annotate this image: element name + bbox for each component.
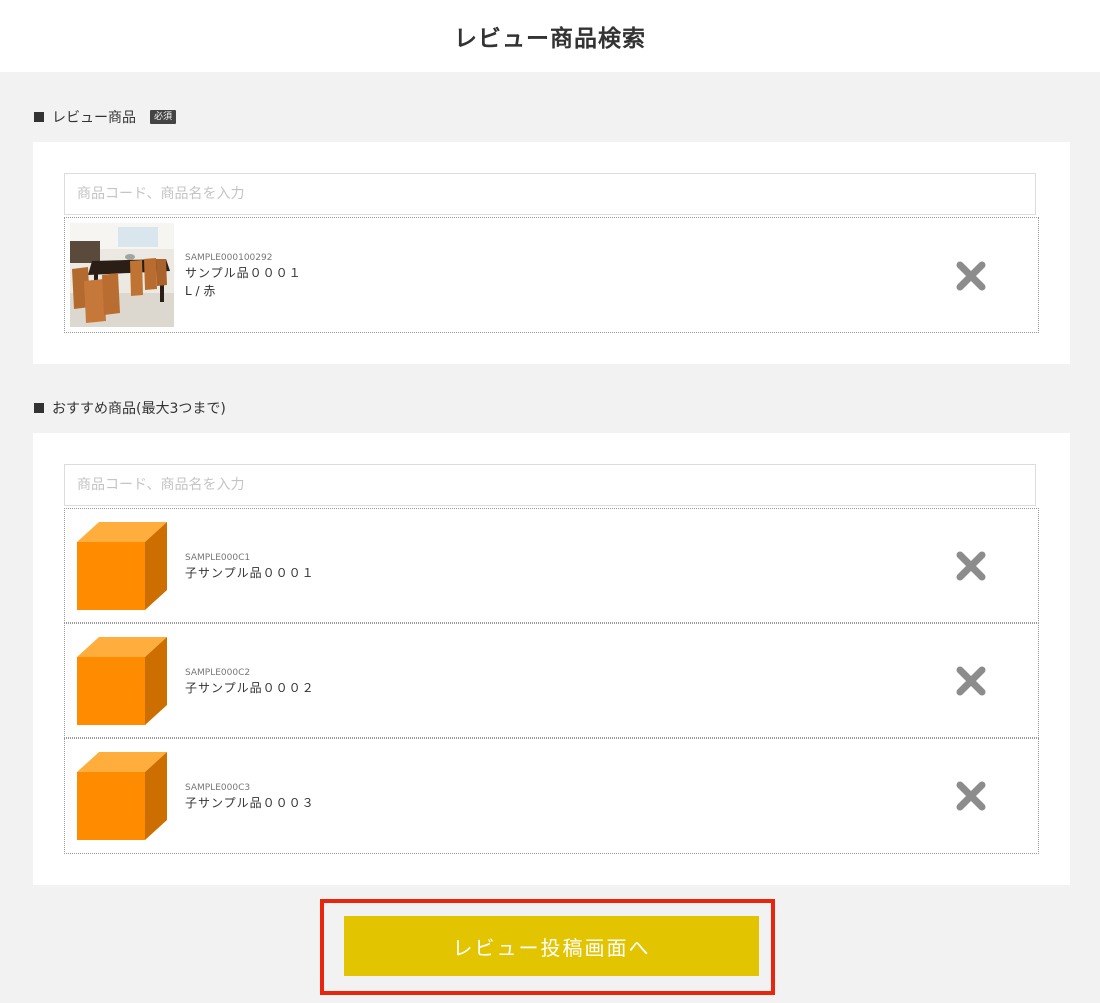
product-code: SAMPLE000C1 — [185, 553, 251, 563]
review-product-panel: SAMPLE000100292 サンプル品０００１ L / 赤 — [33, 142, 1070, 364]
review-product-search-input[interactable] — [64, 173, 1036, 215]
square-bullet-icon — [34, 403, 44, 413]
product-name: 子サンプル品０００３ — [185, 796, 315, 810]
box-icon — [77, 752, 167, 840]
recommend-section-title: おすすめ商品(最大3つまで) — [52, 401, 226, 417]
product-variant: L / 赤 — [185, 284, 216, 298]
product-code: SAMPLE000C3 — [185, 783, 251, 793]
recommend-product-item: SAMPLE000C3 子サンプル品０００３ — [64, 738, 1039, 854]
remove-recommend-product-button[interactable] — [954, 779, 988, 813]
dining-table-photo — [70, 223, 174, 327]
review-product-item: SAMPLE000100292 サンプル品０００１ L / 赤 — [64, 217, 1039, 333]
product-name: 子サンプル品０００１ — [185, 566, 315, 580]
recommend-product-search-input[interactable] — [64, 464, 1036, 506]
product-name: サンプル品０００１ — [185, 266, 302, 280]
close-icon — [956, 261, 986, 291]
recommend-product-item: SAMPLE000C1 子サンプル品０００１ — [64, 508, 1039, 623]
box-icon — [77, 522, 167, 610]
page-title: レビュー商品検索 — [454, 26, 646, 52]
box-icon — [77, 637, 167, 725]
remove-recommend-product-button[interactable] — [954, 549, 988, 583]
recommend-product-panel: SAMPLE000C1 子サンプル品０００１ SAMPLE000C2 子サンプル… — [33, 433, 1070, 885]
product-code: SAMPLE000C2 — [185, 668, 251, 678]
review-section-title: レビュー商品 — [52, 110, 136, 126]
recommend-product-item: SAMPLE000C2 子サンプル品０００２ — [64, 623, 1039, 738]
remove-review-product-button[interactable] — [954, 259, 988, 293]
close-icon — [956, 666, 986, 696]
close-icon — [956, 781, 986, 811]
product-name: 子サンプル品０００２ — [185, 681, 315, 695]
page-header: レビュー商品検索 — [0, 0, 1100, 72]
recommend-section-label: おすすめ商品(最大3つまで) — [34, 398, 226, 418]
square-bullet-icon — [34, 112, 44, 122]
go-to-review-post-button[interactable]: レビュー投稿画面へ — [344, 916, 759, 976]
product-code: SAMPLE000100292 — [185, 253, 273, 263]
review-section-label: レビュー商品 必須 — [34, 107, 177, 127]
remove-recommend-product-button[interactable] — [954, 664, 988, 698]
close-icon — [956, 551, 986, 581]
required-badge: 必須 — [150, 110, 177, 124]
